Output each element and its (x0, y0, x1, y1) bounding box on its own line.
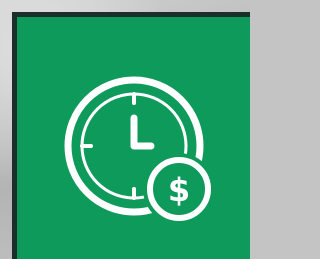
icon-tile: $ (17, 17, 250, 259)
clock-hands (130, 114, 155, 150)
time-is-money-icon: $ (64, 76, 215, 225)
dollar-coin-icon: $ (143, 153, 215, 225)
dollar-sign: $ (168, 171, 190, 209)
